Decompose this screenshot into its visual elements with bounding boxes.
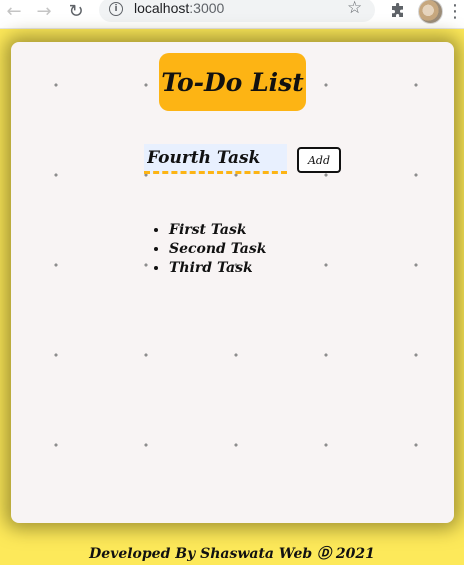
footer-credit: Developed By Shaswata Web Ⓓ 2021 <box>89 546 375 562</box>
avatar[interactable] <box>418 0 443 24</box>
star-icon[interactable]: ☆ <box>347 0 362 18</box>
puzzle-icon[interactable] <box>387 0 409 22</box>
info-icon[interactable]: i <box>109 2 123 16</box>
list-item[interactable]: Third Task <box>169 259 266 278</box>
forward-arrow-icon[interactable]: → <box>33 0 55 22</box>
more-vert-icon[interactable]: ⋮ <box>444 0 464 22</box>
task-input[interactable] <box>144 144 287 174</box>
url-host: localhost <box>134 0 190 16</box>
back-arrow-icon[interactable]: ← <box>3 0 25 22</box>
task-list: First Task Second Task Third Task <box>149 221 266 278</box>
page-title: To-Do List <box>161 67 304 97</box>
url-text: localhost:3000 <box>134 0 224 16</box>
list-item[interactable]: First Task <box>169 221 266 240</box>
title-banner: To-Do List <box>159 53 306 111</box>
puzzle-icon-glyph <box>392 3 403 17</box>
address-bar[interactable]: i localhost:3000 ☆ <box>99 0 375 22</box>
browser-toolbar: ← → ↻ i localhost:3000 ☆ ⋮ <box>0 0 464 29</box>
list-item[interactable]: Second Task <box>169 240 266 259</box>
reload-icon[interactable]: ↻ <box>65 0 87 22</box>
add-button[interactable]: Add <box>297 147 341 173</box>
todo-card: To-Do List Add First Task Second Task Th… <box>11 42 454 523</box>
url-port: :3000 <box>189 0 225 16</box>
